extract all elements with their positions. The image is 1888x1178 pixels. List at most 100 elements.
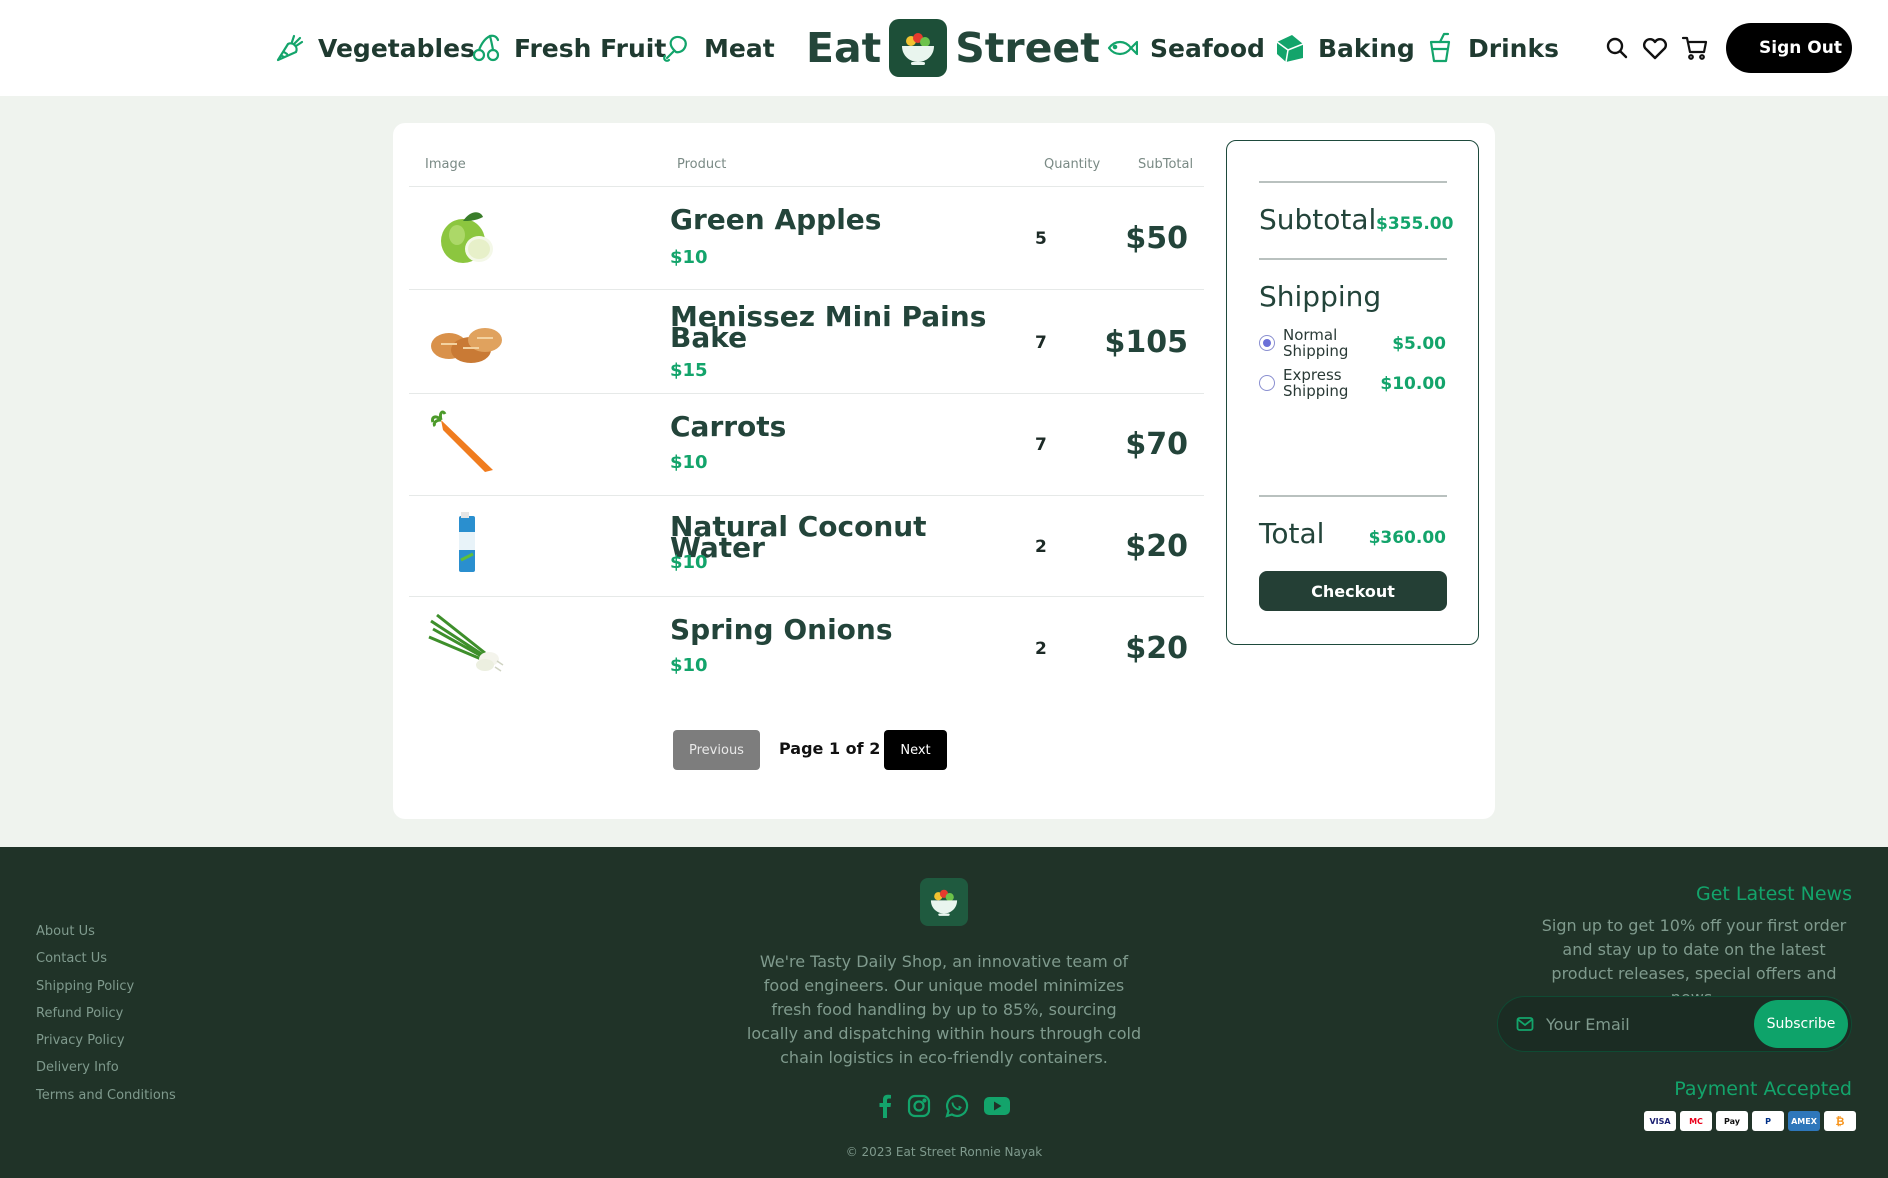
quantity-value: 2: [1035, 639, 1047, 659]
normal-shipping-label[interactable]: Normal Shipping: [1283, 327, 1369, 359]
instagram-icon[interactable]: [905, 1093, 933, 1119]
nav-label: Meat: [704, 33, 775, 63]
nav-vegetables[interactable]: Vegetables: [274, 28, 475, 68]
nav-label: Seafood: [1150, 33, 1265, 63]
carrot-image: [431, 410, 493, 472]
order-summary: Subtotal $355.00 Shipping Normal Shippin…: [1226, 140, 1479, 645]
row-subtotal: $70: [1125, 427, 1188, 462]
page-indicator: Page 1 of 2: [779, 739, 881, 758]
quantity-value: 5: [1035, 229, 1047, 249]
newsletter-form: Subscribe: [1497, 996, 1852, 1052]
divider: [1259, 181, 1447, 183]
cart-row: Green Apples $10 5 $50: [409, 187, 1204, 289]
normal-shipping-radio[interactable]: [1259, 335, 1275, 351]
newsletter-title: Get Latest News: [1696, 883, 1852, 905]
footer-link-delivery[interactable]: Delivery Info: [36, 1060, 119, 1075]
total-value: $360.00: [1368, 528, 1446, 548]
logo-text-left: Eat: [806, 24, 882, 72]
row-subtotal: $20: [1125, 631, 1188, 666]
nav-label: Fresh Fruit: [514, 33, 667, 63]
checkout-button[interactable]: Checkout: [1259, 571, 1447, 611]
row-subtotal: $20: [1125, 529, 1188, 564]
subtotal-label: Subtotal: [1259, 203, 1377, 236]
column-header-subtotal: SubTotal: [1138, 157, 1194, 172]
cart-row: Natural Coconut Water $10 2 $20: [409, 496, 1204, 598]
email-input[interactable]: [1546, 1010, 1736, 1038]
footer-link-shipping[interactable]: Shipping Policy: [36, 979, 134, 994]
cup-icon: [1429, 32, 1451, 63]
green-apples-image: [441, 212, 493, 263]
product-price: $10: [670, 552, 708, 573]
row-subtotal: $105: [1104, 325, 1189, 360]
footer-link-terms[interactable]: Terms and Conditions: [36, 1088, 176, 1103]
normal-shipping-price: $5.00: [1392, 334, 1446, 354]
nav-meat[interactable]: Meat: [660, 28, 775, 68]
visa-icon: VISA: [1644, 1111, 1676, 1131]
cart-row: Menissez Mini Pains Bake $15 7 $105: [409, 290, 1204, 392]
youtube-icon[interactable]: [982, 1093, 1012, 1119]
divider: [1259, 495, 1447, 497]
product-name[interactable]: Green Apples: [670, 206, 1000, 234]
footer-logo: [920, 878, 968, 926]
footer-link-about[interactable]: About Us: [36, 924, 95, 939]
express-shipping-radio[interactable]: [1259, 375, 1275, 391]
mastercard-icon: MC: [1680, 1111, 1712, 1131]
express-shipping-price: $10.00: [1380, 374, 1446, 394]
footer-link-refund[interactable]: Refund Policy: [36, 1006, 123, 1021]
previous-page-button[interactable]: Previous: [673, 730, 760, 770]
logo-text-right: Street: [955, 24, 1100, 72]
product-name[interactable]: Menissez Mini Pains Bake: [670, 303, 1000, 352]
footer-about-text: We're Tasty Daily Shop, an innovative te…: [746, 952, 1142, 1067]
nav-seafood[interactable]: Seafood: [1106, 28, 1265, 68]
nav-label: Vegetables: [318, 33, 475, 63]
product-name[interactable]: Spring Onions: [670, 616, 1000, 644]
nav-drinks[interactable]: Drinks: [1424, 28, 1559, 68]
shipping-label: Shipping: [1259, 280, 1382, 313]
product-price: $10: [670, 247, 708, 268]
divider: [1259, 258, 1447, 260]
cherries-icon: [472, 34, 500, 62]
quantity-value: 7: [1035, 333, 1047, 353]
footer-link-privacy[interactable]: Privacy Policy: [36, 1033, 125, 1048]
cart-icon[interactable]: [1681, 34, 1709, 62]
next-page-button[interactable]: Next: [884, 730, 947, 770]
bitcoin-icon: ₿: [1824, 1111, 1856, 1131]
site-footer: About Us Contact Us Shipping Policy Refu…: [0, 847, 1888, 1178]
subscribe-button[interactable]: Subscribe: [1754, 1000, 1848, 1048]
bread-icon: [1276, 35, 1304, 63]
envelope-icon: [1516, 1017, 1534, 1031]
whatsapp-icon[interactable]: [942, 1093, 970, 1119]
product-price: $15: [670, 360, 708, 381]
facebook-icon[interactable]: [871, 1093, 899, 1119]
carrot-icon: [276, 34, 304, 62]
nav-fresh-fruit[interactable]: Fresh Fruit: [470, 28, 666, 68]
column-header-product: Product: [677, 157, 727, 172]
cart-row: Spring Onions $10 2 $20: [409, 597, 1204, 699]
total-label: Total: [1259, 517, 1325, 550]
nav-label: Baking: [1318, 33, 1415, 63]
amex-icon: AMEX: [1788, 1111, 1820, 1131]
column-header-quantity: Quantity: [1044, 157, 1101, 172]
copyright-text: © 2023 Eat Street Ronnie Nayak: [845, 1145, 1043, 1159]
coconut-water-image: [459, 512, 475, 572]
spring-onions-image: [428, 613, 504, 672]
row-subtotal: $50: [1125, 221, 1188, 256]
product-name[interactable]: Natural Coconut Water: [670, 513, 1000, 562]
product-price: $10: [670, 452, 708, 473]
express-shipping-label[interactable]: Express Shipping: [1283, 367, 1369, 399]
heart-icon[interactable]: [1641, 34, 1669, 62]
search-icon[interactable]: [1603, 34, 1631, 62]
column-header-image: Image: [425, 157, 466, 172]
footer-link-contact[interactable]: Contact Us: [36, 951, 107, 966]
sign-out-button[interactable]: Sign Out: [1726, 23, 1852, 73]
cart-card: Image Product Quantity SubTotal Green Ap…: [393, 123, 1495, 819]
nav-baking[interactable]: Baking: [1274, 28, 1415, 68]
site-header: Vegetables Fresh Fruit Meat Eat Street S…: [0, 0, 1888, 96]
payment-title: Payment Accepted: [1674, 1078, 1852, 1100]
nav-label: Drinks: [1468, 33, 1559, 63]
site-logo[interactable]: Eat Street: [806, 18, 1100, 78]
quantity-value: 7: [1035, 435, 1047, 455]
bowl-icon: [889, 19, 948, 77]
cart-row: Carrots $10 7 $70: [409, 394, 1204, 496]
product-name[interactable]: Carrots: [670, 413, 1000, 441]
